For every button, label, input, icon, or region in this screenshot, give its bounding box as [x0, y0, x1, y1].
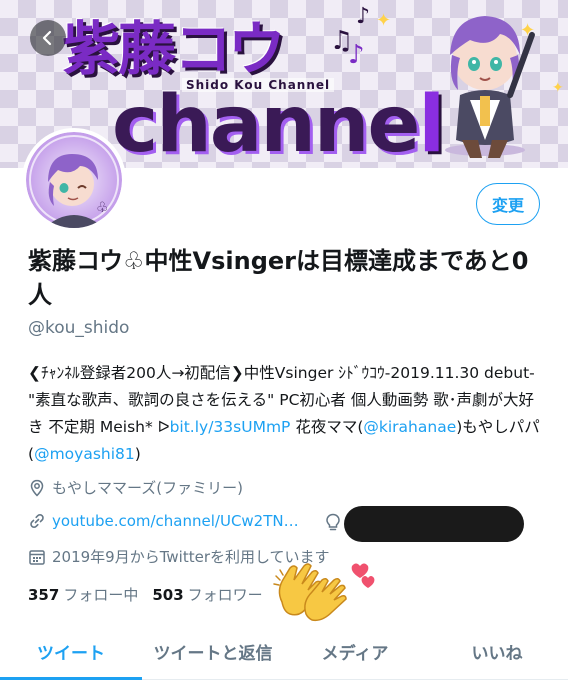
mention-link[interactable]: @kirahanae — [363, 418, 456, 436]
avatar[interactable]: ♧ — [22, 128, 126, 232]
following-count-link[interactable]: 357 フォロー中 — [28, 584, 138, 605]
clapping-hands-sticker — [273, 563, 375, 622]
tab-media[interactable]: メディア — [284, 624, 426, 679]
lightbulb-icon — [326, 513, 340, 531]
location-text: もやしママーズ(ファミリー) — [52, 479, 243, 497]
back-arrow-icon — [42, 30, 52, 46]
profile-tabs: ツイート ツイートと返信 メディア いいね — [0, 624, 568, 680]
website-row[interactable]: youtube.com/channel/UCw2TN… — [28, 512, 299, 530]
tab-likes[interactable]: いいね — [426, 624, 568, 679]
redacted-birthdate — [344, 506, 524, 542]
clapping-hands-icon — [273, 563, 347, 622]
sparkle-icon: ✦ — [552, 80, 564, 96]
banner-title: 紫藤コウ — [62, 15, 286, 83]
hearts-icon — [351, 563, 375, 588]
music-note-icon: ♪ — [348, 40, 365, 70]
bio: ❮ﾁｬﾝﾈﾙ登録者200人→初配信❯中性Vsinger ｼﾄﾞｳｺｳ-2019.… — [28, 360, 548, 468]
calendar-icon — [29, 549, 45, 565]
svg-text:♧: ♧ — [96, 200, 109, 216]
bio-text: ) — [134, 445, 141, 463]
tab-tweets[interactable]: ツイート — [0, 624, 142, 680]
banner-channel-text: channel — [112, 80, 445, 168]
tab-tweets-and-replies[interactable]: ツイートと返信 — [142, 624, 284, 679]
bio-link[interactable]: bit.ly/33sUMmP — [170, 418, 291, 436]
follow-counts: 357 フォロー中 503 フォロワー — [28, 584, 263, 605]
location-pin-icon — [30, 479, 44, 497]
banner-subtitle: Shido Kou Channel — [182, 78, 335, 92]
handle: @kou_shido — [28, 318, 130, 338]
location-row: もやしママーズ(ファミリー) — [28, 477, 243, 498]
back-button[interactable] — [30, 20, 66, 56]
edit-profile-button[interactable]: 変更 — [476, 183, 540, 225]
music-note-icon: ♪ — [356, 4, 371, 29]
avatar-illustration: ♧ — [26, 132, 122, 228]
website-link[interactable]: youtube.com/channel/UCw2TN… — [52, 512, 299, 530]
following-label: フォロー中 — [63, 586, 139, 604]
mention-link[interactable]: @moyashi81 — [34, 445, 135, 463]
bio-text: 花夜ママ( — [290, 418, 364, 436]
character-illustration — [445, 16, 535, 158]
following-count: 357 — [28, 586, 60, 604]
sparkle-icon: ✦ — [376, 10, 392, 31]
followers-count-link[interactable]: 503 フォロワー — [152, 584, 262, 605]
display-name: 紫藤コウ♧中性Vsingerは目標達成まであと0人 — [28, 247, 529, 309]
followers-count: 503 — [152, 586, 184, 604]
followers-label: フォロワー — [187, 586, 263, 604]
link-icon — [30, 514, 44, 528]
